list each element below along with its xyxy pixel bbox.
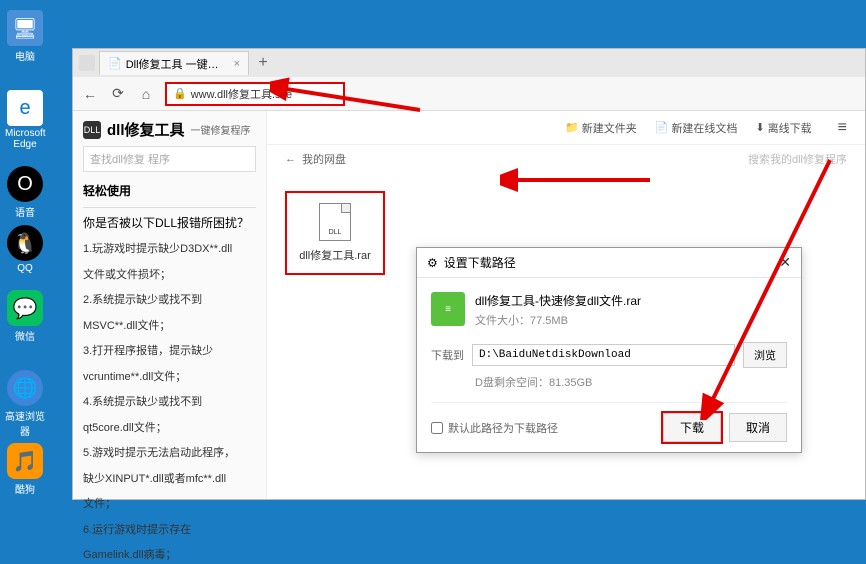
download-icon: ⬇ bbox=[755, 121, 764, 134]
list-item: MSVC**.dll文件； bbox=[83, 318, 256, 335]
tab-favicon: 📄 bbox=[108, 57, 122, 70]
sidebar: DLL dll修复工具 一键修复程序 查找dll修复 程序 轻松使用 你是否被以… bbox=[73, 111, 267, 499]
toolbar: 📁新建文件夹 📄新建在线文档 ⬇离线下载 ≡ bbox=[267, 111, 865, 145]
breadcrumb-label[interactable]: 我的网盘 bbox=[302, 151, 346, 167]
list-item: 1.玩游戏时提示缺少D3DX**.dll bbox=[83, 241, 256, 258]
desktop-icon-voice[interactable]: O语音 bbox=[5, 166, 45, 219]
desktop-icon-kugou[interactable]: 🎵酷狗 bbox=[5, 443, 45, 496]
lock-icon: 🔒 bbox=[173, 87, 187, 100]
gear-icon: ⚙ bbox=[427, 256, 438, 270]
breadcrumb: ← 我的网盘 搜索我的dll修复程序 bbox=[267, 145, 865, 173]
dialog-file-name: dll修复工具-快速修复dll文件.rar bbox=[475, 292, 641, 309]
list-item: 2.系统提示缺少或找不到 bbox=[83, 292, 256, 309]
list-item: 5.游戏时提示无法启动此程序， bbox=[83, 445, 256, 462]
breadcrumb-back-icon[interactable]: ← bbox=[285, 153, 296, 165]
question-heading: 你是否被以下DLL报错所困扰？ bbox=[83, 214, 256, 231]
list-item: vcruntime**.dll文件； bbox=[83, 369, 256, 386]
list-item: Gamelink.dll病毒； bbox=[83, 547, 256, 564]
brand-subtitle: 一键修复程序 bbox=[191, 122, 251, 137]
back-button[interactable]: ← bbox=[81, 85, 99, 103]
refresh-button[interactable]: ⟳ bbox=[109, 85, 127, 103]
tab-close-icon[interactable]: × bbox=[234, 58, 240, 70]
offline-download-button[interactable]: ⬇离线下载 bbox=[755, 120, 811, 136]
checkbox-input[interactable] bbox=[431, 422, 443, 434]
sidebar-search[interactable]: 查找dll修复 程序 bbox=[83, 146, 256, 172]
dialog-titlebar: ⚙ 设置下载路径 ✕ bbox=[417, 248, 801, 278]
brand-title: dll修复工具 bbox=[107, 119, 185, 140]
download-button[interactable]: 下载 bbox=[663, 413, 721, 442]
file-name: dll修复工具.rar bbox=[293, 247, 377, 263]
list-item: 6.运行游戏时提示存在 bbox=[83, 522, 256, 539]
list-item: 缺少XINPUT*.dll或者mfc**.dll bbox=[83, 471, 256, 488]
download-to-label: 下载到 bbox=[431, 347, 464, 363]
default-path-checkbox[interactable]: 默认此路径为下载路径 bbox=[431, 420, 558, 436]
tab-title: Dll修复工具 一键修复电脑丢失D bbox=[126, 56, 226, 72]
browser-tab[interactable]: 📄 Dll修复工具 一键修复电脑丢失D × bbox=[99, 51, 249, 75]
list-item: 4.系统提示缺少或找不到 bbox=[83, 394, 256, 411]
desktop-icon-browser[interactable]: 🌐高速浏览器 bbox=[5, 370, 45, 438]
brand-icon: DLL bbox=[83, 121, 101, 139]
desktop-icon-edge[interactable]: eMicrosoft Edge bbox=[5, 90, 45, 150]
section-title: 轻松使用 bbox=[83, 182, 256, 199]
desktop-icon-wechat[interactable]: 💬微信 bbox=[5, 290, 45, 343]
close-icon[interactable]: ✕ bbox=[779, 254, 791, 271]
desktop-icon-computer[interactable]: 🖥电脑 bbox=[5, 10, 45, 63]
file-item[interactable]: DLL dll修复工具.rar bbox=[285, 191, 385, 275]
list-item: qt5core.dll文件； bbox=[83, 420, 256, 437]
url-text: www.dll修复工具.site bbox=[191, 86, 292, 102]
breadcrumb-right: 搜索我的dll修复程序 bbox=[748, 151, 847, 167]
list-item: 文件或文件损坏； bbox=[83, 267, 256, 284]
cancel-button[interactable]: 取消 bbox=[729, 413, 787, 442]
doc-icon: 📄 bbox=[655, 121, 669, 134]
disk-free-text: D盘剩余空间：81.35GB bbox=[475, 374, 787, 390]
menu-button[interactable]: ≡ bbox=[838, 119, 847, 137]
download-dialog: ⚙ 设置下载路径 ✕ ≡ dll修复工具-快速修复dll文件.rar 文件大小：… bbox=[416, 247, 802, 453]
desktop-icon-qq[interactable]: 🐧QQ bbox=[5, 225, 45, 274]
file-icon: DLL bbox=[319, 203, 351, 241]
path-input[interactable] bbox=[472, 344, 735, 366]
new-online-doc-button[interactable]: 📄新建在线文档 bbox=[655, 120, 738, 136]
address-bar: ← ⟳ ⌂ 🔒 www.dll修复工具.site bbox=[73, 77, 865, 111]
browse-button[interactable]: 浏览 bbox=[743, 342, 787, 368]
new-folder-button[interactable]: 📁新建文件夹 bbox=[565, 120, 637, 136]
url-input[interactable]: 🔒 www.dll修复工具.site bbox=[165, 82, 345, 106]
list-item: 3.打开程序报错，提示缺少 bbox=[83, 343, 256, 360]
profile-icon[interactable] bbox=[79, 55, 95, 71]
dialog-title: 设置下载路径 bbox=[444, 254, 516, 271]
new-tab-button[interactable]: + bbox=[251, 54, 275, 72]
tab-bar: 📄 Dll修复工具 一键修复电脑丢失D × + bbox=[73, 49, 865, 77]
list-item: 文件； bbox=[83, 496, 256, 513]
archive-icon: ≡ bbox=[431, 292, 465, 326]
home-button[interactable]: ⌂ bbox=[137, 85, 155, 103]
dialog-file-size: 文件大小：77.5MB bbox=[475, 312, 641, 328]
folder-plus-icon: 📁 bbox=[565, 121, 579, 134]
